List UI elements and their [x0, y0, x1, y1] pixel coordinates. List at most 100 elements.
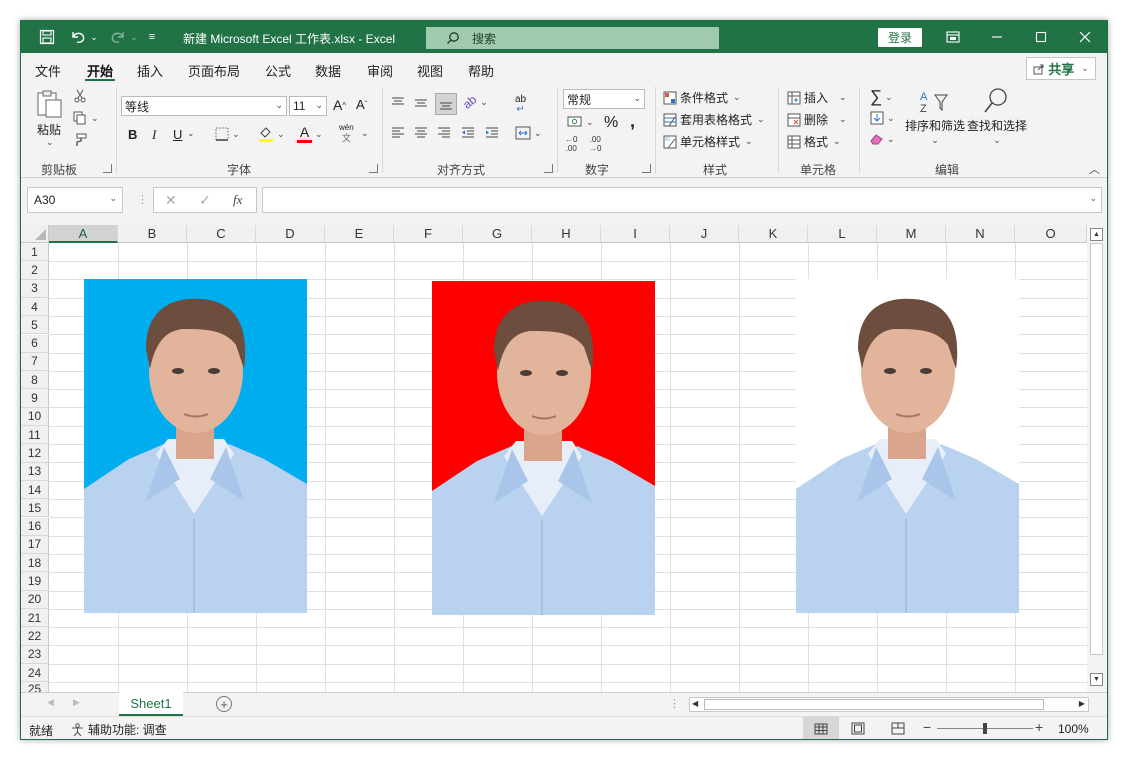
- row-header[interactable]: 10: [21, 407, 49, 426]
- tab-file[interactable]: 文件: [35, 61, 61, 80]
- conditional-formatting-button[interactable]: 条件格式 ⌄: [663, 89, 741, 106]
- copy-icon[interactable]: ⌄: [73, 111, 99, 125]
- delete-cells-button[interactable]: 删除 ⌄: [787, 111, 847, 128]
- font-launcher-icon[interactable]: [369, 164, 378, 173]
- column-header[interactable]: H: [532, 225, 601, 243]
- align-left-icon[interactable]: [391, 127, 405, 139]
- insert-function-icon[interactable]: fx: [233, 192, 242, 208]
- close-icon[interactable]: [1063, 21, 1107, 53]
- underline-icon[interactable]: U: [173, 127, 182, 142]
- paste-dropdown-icon[interactable]: ⌄: [46, 137, 54, 148]
- grow-font-icon[interactable]: A ^: [333, 97, 346, 113]
- column-header[interactable]: A: [49, 225, 118, 243]
- search-box[interactable]: 搜索: [426, 27, 719, 49]
- redo-icon[interactable]: [107, 27, 129, 47]
- next-sheet-icon[interactable]: ▶: [73, 697, 80, 708]
- column-header[interactable]: B: [118, 225, 187, 243]
- row-header[interactable]: 3: [21, 279, 49, 298]
- row-header[interactable]: 25: [21, 682, 49, 692]
- row-header[interactable]: 6: [21, 334, 49, 353]
- row-header[interactable]: 9: [21, 389, 49, 408]
- phonetic-icon[interactable]: wén 文: [339, 123, 354, 143]
- tab-insert[interactable]: 插入: [137, 61, 163, 80]
- align-center-icon[interactable]: [414, 127, 428, 139]
- tab-view[interactable]: 视图: [417, 61, 443, 80]
- bold-icon[interactable]: B: [128, 127, 137, 142]
- row-header[interactable]: 17: [21, 535, 49, 555]
- align-right-icon[interactable]: [437, 127, 451, 139]
- row-header[interactable]: 20: [21, 590, 49, 609]
- fill-color-icon[interactable]: ⌄: [258, 125, 285, 143]
- autosum-icon[interactable]: ∑ ⌄: [870, 87, 893, 107]
- zoom-slider[interactable]: [937, 723, 1033, 734]
- row-header[interactable]: 15: [21, 499, 49, 518]
- paste-label[interactable]: 粘贴: [37, 121, 61, 138]
- column-header[interactable]: I: [601, 225, 670, 243]
- cell-styles-button[interactable]: 单元格样式 ⌄: [663, 133, 753, 150]
- clipboard-launcher-icon[interactable]: [103, 164, 112, 173]
- clear-icon[interactable]: ⌄: [870, 133, 895, 145]
- tab-help[interactable]: 帮助: [468, 61, 494, 80]
- column-header[interactable]: G: [463, 225, 532, 243]
- row-header[interactable]: 7: [21, 352, 49, 372]
- collapse-ribbon-icon[interactable]: ︿: [1089, 161, 1100, 177]
- ribbon-display-options-icon[interactable]: [931, 21, 975, 53]
- align-bottom-icon[interactable]: [435, 93, 457, 115]
- increase-indent-icon[interactable]: [485, 127, 499, 139]
- zoom-out-icon[interactable]: −: [923, 719, 931, 735]
- sort-filter-icon[interactable]: AZ: [919, 89, 949, 115]
- scroll-thumb[interactable]: [1090, 243, 1103, 655]
- formula-input[interactable]: ⌄: [262, 187, 1102, 213]
- minimize-icon[interactable]: [975, 21, 1019, 53]
- tab-page-layout[interactable]: 页面布局: [188, 61, 240, 80]
- horizontal-scroll-thumb[interactable]: [704, 699, 1044, 710]
- white-background-photo[interactable]: [796, 279, 1019, 613]
- align-middle-icon[interactable]: [414, 97, 428, 109]
- column-header[interactable]: F: [394, 225, 463, 243]
- find-select-button[interactable]: 查找和选择 ⌄: [967, 119, 1027, 147]
- column-header[interactable]: O: [1015, 225, 1087, 243]
- row-header[interactable]: 13: [21, 462, 49, 481]
- enter-icon[interactable]: ✓: [199, 192, 211, 209]
- horizontal-scrollbar[interactable]: ◀ ▶: [689, 697, 1089, 712]
- login-button[interactable]: 登录: [878, 28, 922, 47]
- maximize-icon[interactable]: [1019, 21, 1063, 53]
- column-header[interactable]: E: [325, 225, 394, 243]
- row-header[interactable]: 11: [21, 426, 49, 445]
- number-launcher-icon[interactable]: [642, 164, 651, 173]
- row-header[interactable]: 2: [21, 261, 49, 280]
- merge-center-icon[interactable]: ⌄: [515, 126, 542, 140]
- customize-toolbar-icon[interactable]: ≡: [145, 27, 159, 47]
- share-button[interactable]: 共享 ⌄: [1026, 57, 1096, 80]
- format-cells-button[interactable]: 格式 ⌄: [787, 133, 841, 150]
- font-name-select[interactable]: 等线 ⌄: [121, 96, 287, 116]
- row-header[interactable]: 4: [21, 297, 49, 317]
- align-top-icon[interactable]: [391, 97, 405, 109]
- tab-home[interactable]: 开始: [87, 61, 113, 80]
- cut-icon[interactable]: [73, 89, 87, 103]
- row-header[interactable]: 16: [21, 517, 49, 536]
- sheet-tab[interactable]: Sheet1: [119, 692, 183, 716]
- add-sheet-icon[interactable]: +: [216, 696, 232, 712]
- alignment-launcher-icon[interactable]: [544, 164, 553, 173]
- save-icon[interactable]: [37, 27, 57, 47]
- column-header[interactable]: D: [256, 225, 325, 243]
- format-painter-icon[interactable]: [73, 133, 87, 147]
- tab-split-grip-icon[interactable]: ⋮: [669, 697, 680, 710]
- insert-cells-button[interactable]: 插入 ⌄: [787, 89, 847, 106]
- column-header[interactable]: L: [808, 225, 877, 243]
- row-header[interactable]: 14: [21, 480, 49, 500]
- column-header[interactable]: N: [946, 225, 1015, 243]
- tab-formulas[interactable]: 公式: [265, 61, 291, 80]
- row-header[interactable]: 8: [21, 371, 49, 390]
- zoom-in-icon[interactable]: +: [1035, 719, 1043, 735]
- accounting-format-icon[interactable]: ⌄: [567, 115, 594, 129]
- row-header[interactable]: 5: [21, 316, 49, 335]
- vertical-scrollbar[interactable]: ▲ ▼: [1087, 225, 1107, 692]
- row-header[interactable]: 18: [21, 554, 49, 573]
- scroll-up-icon[interactable]: ▲: [1090, 228, 1103, 241]
- column-header[interactable]: C: [187, 225, 256, 243]
- page-layout-view-icon[interactable]: [851, 722, 865, 738]
- paste-icon[interactable]: [35, 89, 65, 119]
- comma-style-icon[interactable]: ,: [630, 111, 635, 132]
